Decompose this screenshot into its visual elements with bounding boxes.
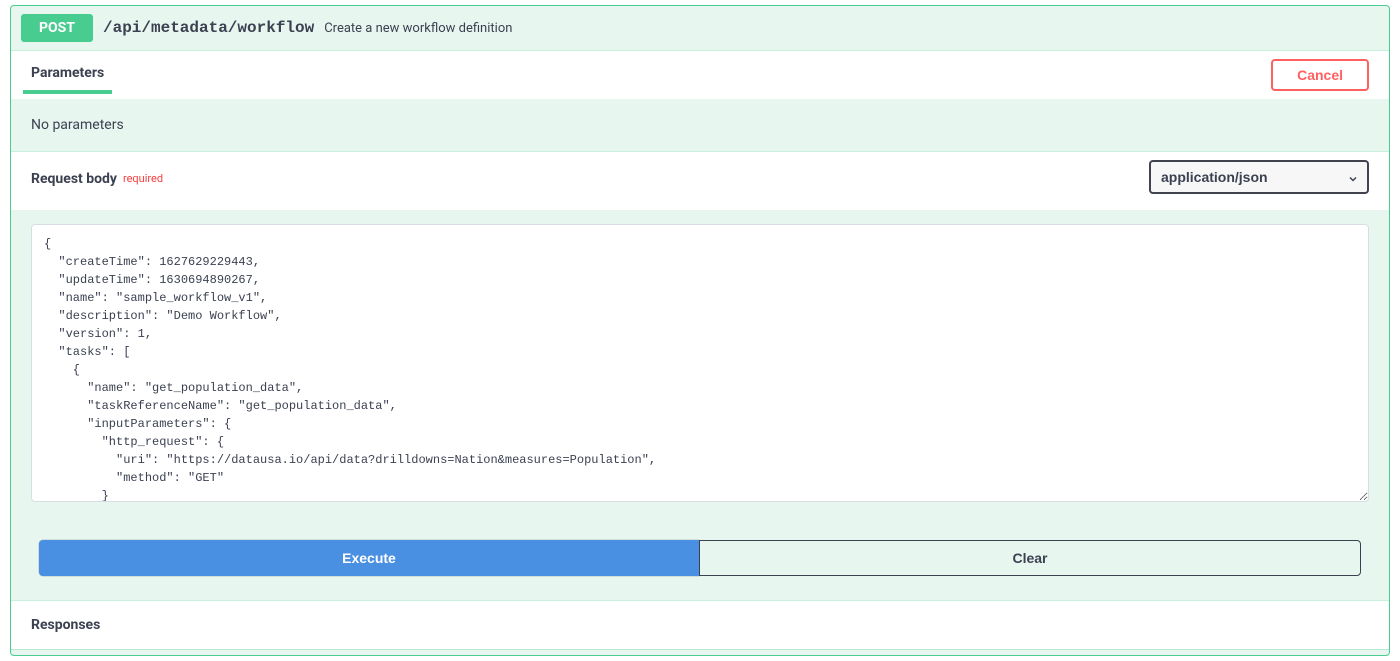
http-method-badge: POST [21,14,93,42]
api-path: /api/metadata/workflow [103,19,314,37]
content-type-select-wrap: application/json [1149,160,1369,202]
parameters-section-bar: Parameters Cancel [11,50,1389,99]
api-summary: Create a new workflow definition [324,21,512,36]
clear-button[interactable]: Clear [699,540,1361,576]
request-body-section-bar: Request body required application/json [11,151,1389,210]
request-body-textarea[interactable] [31,224,1369,502]
action-button-row: Execute Clear [11,540,1389,600]
request-body-title: Request body [31,171,117,199]
responses-section-bar: Responses [11,600,1389,649]
parameters-tab[interactable]: Parameters [31,65,104,93]
required-label: required [123,172,163,185]
responses-title: Responses [31,617,1369,633]
cancel-button[interactable]: Cancel [1271,59,1369,91]
bottom-strip [11,649,1389,655]
api-endpoint-block: POST /api/metadata/workflow Create a new… [10,5,1390,656]
no-parameters-text: No parameters [11,99,1389,151]
request-body-section [11,210,1389,540]
execute-button[interactable]: Execute [39,540,699,576]
api-header[interactable]: POST /api/metadata/workflow Create a new… [11,6,1389,50]
content-type-select[interactable]: application/json [1149,160,1369,194]
